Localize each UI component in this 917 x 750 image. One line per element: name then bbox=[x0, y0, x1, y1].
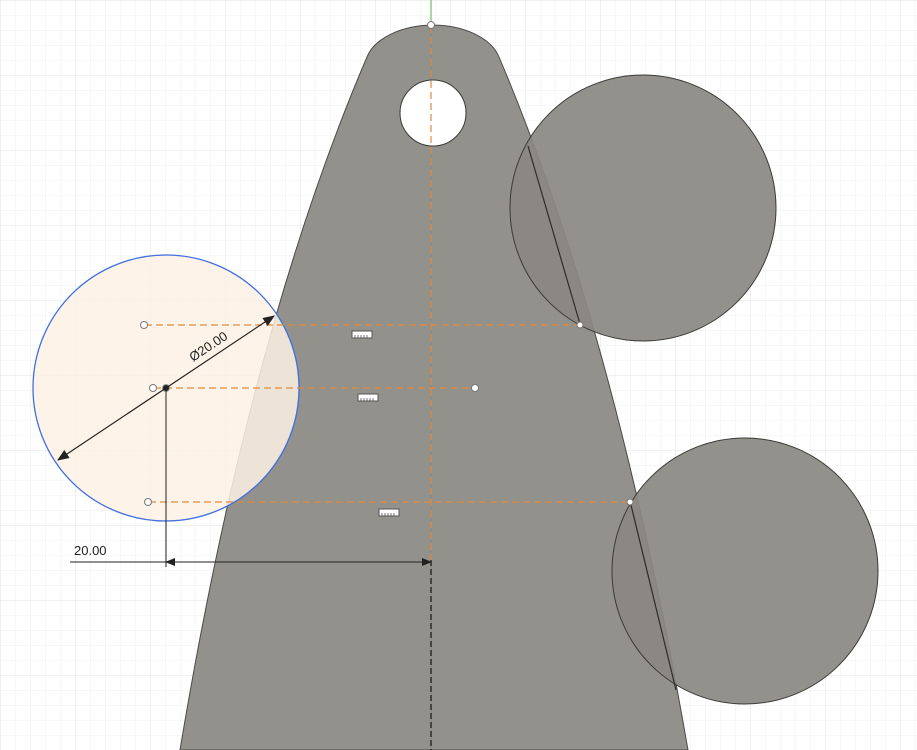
point-left-bottom[interactable] bbox=[144, 498, 152, 506]
profile-circle-upper[interactable] bbox=[509, 74, 777, 342]
horizontal-constraint-icon[interactable] bbox=[357, 393, 379, 402]
horizontal-constraint-icon[interactable] bbox=[378, 508, 400, 517]
point-left-top[interactable] bbox=[140, 321, 148, 329]
sketch-svg[interactable]: Ø20.00 20.00 bbox=[0, 0, 917, 750]
linear-dimension-label[interactable]: 20.00 bbox=[74, 543, 107, 558]
point-right-mid[interactable] bbox=[471, 384, 479, 392]
profile-circle-lower[interactable] bbox=[611, 437, 879, 705]
top-hole[interactable] bbox=[399, 79, 467, 147]
point-lower-intersection[interactable] bbox=[626, 498, 634, 506]
sketch-canvas[interactable]: Ø20.00 20.00 bbox=[0, 0, 917, 750]
point-upper-intersection[interactable] bbox=[576, 321, 584, 329]
point-left-mid[interactable] bbox=[149, 384, 157, 392]
point-top-axis[interactable] bbox=[427, 21, 435, 29]
horizontal-constraint-icon[interactable] bbox=[351, 330, 373, 339]
